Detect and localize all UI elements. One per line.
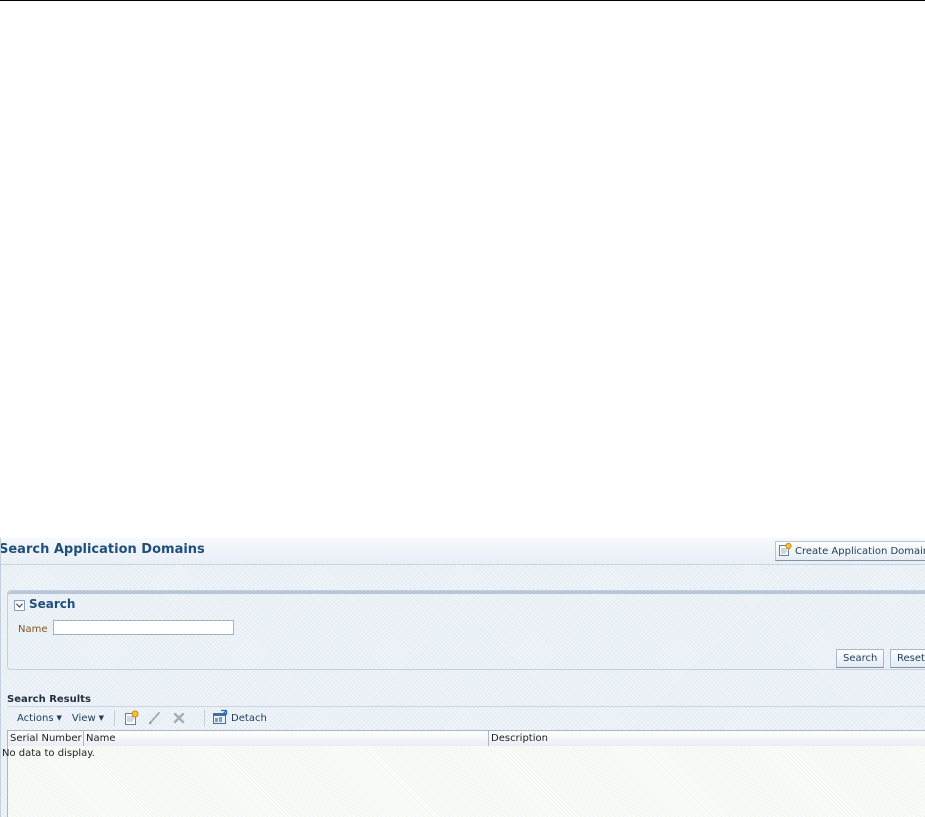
create-application-domain-button[interactable]: Create Application Domain — [775, 541, 925, 561]
column-header-name[interactable]: Name — [84, 731, 489, 746]
delete-icon[interactable] — [170, 709, 188, 727]
title-bar: Search Application Domains Create Applic… — [1, 538, 925, 565]
column-header-description[interactable]: Description — [489, 731, 925, 746]
search-button[interactable]: Search — [836, 649, 885, 668]
search-region: Search Name Search Reset — [7, 590, 925, 670]
reset-button[interactable]: Reset — [890, 649, 925, 668]
search-header: Search — [8, 591, 925, 614]
edit-icon[interactable] — [146, 709, 164, 727]
search-results-title: Search Results — [7, 694, 91, 705]
table-header: Serial Number Name Description — [7, 730, 925, 747]
toolbar-separator — [114, 710, 116, 726]
view-menu-label: View — [71, 712, 96, 724]
detach-icon — [212, 709, 228, 728]
table-body: No data to display. — [2, 746, 925, 817]
name-label: Name — [18, 624, 48, 635]
results-table: Serial Number Name Description No data t… — [2, 730, 925, 817]
results-toolbar: Actions ▼ View ▼ Detach — [7, 706, 925, 729]
create-application-domain-label: Create Application Domain — [795, 545, 925, 557]
collapse-icon[interactable] — [14, 600, 25, 611]
view-menu[interactable]: View ▼ — [72, 713, 104, 724]
search-application-domains-panel: Search Application Domains Create Applic… — [0, 538, 925, 817]
chevron-down-icon: ▼ — [56, 714, 62, 722]
name-input[interactable] — [53, 620, 234, 635]
column-header-serial-number[interactable]: Serial Number — [8, 731, 84, 746]
top-divider — [0, 0, 925, 1]
actions-menu-label: Actions — [17, 712, 54, 724]
actions-menu[interactable]: Actions ▼ — [17, 713, 62, 724]
chevron-down-icon: ▼ — [98, 714, 105, 722]
empty-table-message: No data to display. — [2, 748, 95, 759]
page-title: Search Application Domains — [0, 542, 205, 557]
new-icon[interactable] — [122, 709, 140, 727]
create-icon — [778, 542, 792, 560]
search-section-title: Search — [29, 597, 76, 611]
toolbar-separator — [204, 710, 206, 726]
detach-button[interactable]: Detach — [212, 709, 267, 728]
detach-label: Detach — [231, 712, 267, 724]
